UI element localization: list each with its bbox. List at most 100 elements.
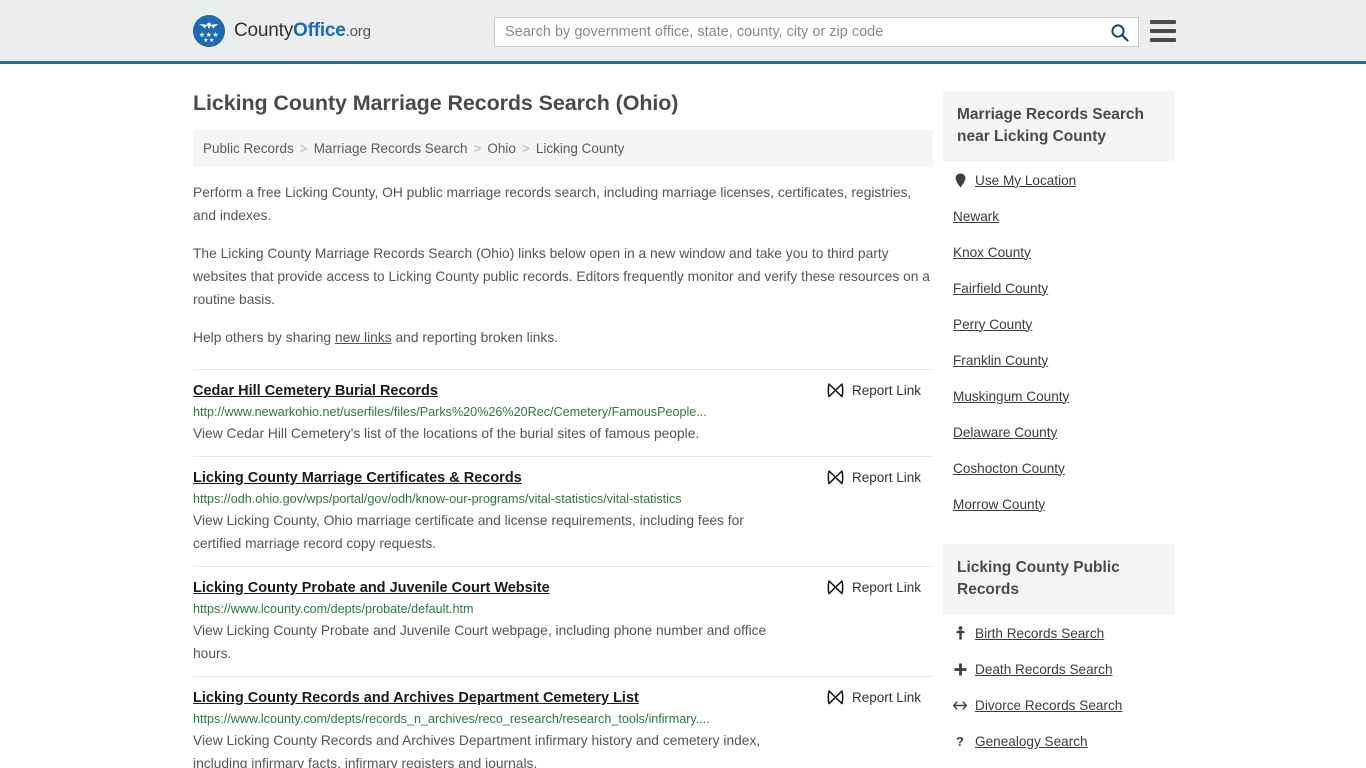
- breadcrumb: Public Records > Marriage Records Search…: [193, 130, 933, 167]
- sidebar-link-newark[interactable]: Newark: [953, 209, 999, 224]
- search-button[interactable]: [1100, 18, 1138, 46]
- sidebar-item-fairfield-county[interactable]: Fairfield County: [943, 270, 1175, 306]
- breadcrumb-item-marriage-records-search[interactable]: Marriage Records Search: [314, 141, 468, 156]
- sidebar-link-muskingum-county[interactable]: Muskingum County: [953, 389, 1069, 404]
- result-item: Cedar Hill Cemetery Burial Records http:…: [193, 369, 933, 456]
- sidebar-item-newark[interactable]: Newark: [943, 198, 1175, 234]
- baby-icon: [953, 626, 967, 640]
- result-item: Licking County Marriage Certificates & R…: [193, 456, 933, 566]
- cross-icon: [953, 663, 967, 676]
- result-description: View Licking County Probate and Juvenile…: [193, 623, 767, 661]
- result-item: Licking County Records and Archives Depa…: [193, 676, 933, 768]
- hamburger-menu-button[interactable]: [1150, 20, 1176, 42]
- sidebar-item-franklin-county[interactable]: Franklin County: [943, 342, 1175, 378]
- sidebar-item-divorce-records-search[interactable]: Divorce Records Search: [943, 687, 1175, 723]
- site-logo[interactable]: ★★★ ★★ CountyOffice.org: [193, 14, 371, 47]
- intro-text: Perform a free Licking County, OH public…: [193, 181, 933, 349]
- svg-text:?: ?: [956, 734, 964, 748]
- logo-text-org: .org: [345, 22, 371, 40]
- report-link-label: Report Link: [851, 689, 921, 705]
- result-title-link[interactable]: Cedar Hill Cemetery Burial Records: [193, 383, 438, 399]
- sidebar-link-death-records-search[interactable]: Death Records Search: [975, 662, 1113, 677]
- sidebar-link-coshocton-county[interactable]: Coshocton County: [953, 461, 1065, 476]
- broken-link-icon: [827, 580, 844, 595]
- result-description: View Licking County, Ohio marriage certi…: [193, 513, 744, 551]
- breadcrumb-item-licking-county[interactable]: Licking County: [536, 141, 625, 156]
- sidebar-link-fairfield-county[interactable]: Fairfield County: [953, 281, 1048, 296]
- hamburger-bar-2: [1150, 29, 1176, 33]
- sidebar-item-knox-county[interactable]: Knox County: [943, 234, 1175, 270]
- broken-link-icon: [827, 383, 844, 398]
- sidebar-item-delaware-county[interactable]: Delaware County: [943, 414, 1175, 450]
- report-link-label: Report Link: [851, 382, 921, 398]
- sidebar-item-perry-county[interactable]: Perry County: [943, 306, 1175, 342]
- breadcrumb-separator-3: >: [521, 141, 530, 156]
- report-link-button[interactable]: Report Link: [827, 382, 921, 398]
- result-url: http://www.newarkohio.net/userfiles/file…: [193, 405, 707, 419]
- sidebar-link-use-my-location[interactable]: Use My Location: [975, 173, 1076, 188]
- search-input[interactable]: [495, 18, 1100, 46]
- logo-wordmark: CountyOffice.org: [234, 20, 371, 42]
- report-link-button[interactable]: Report Link: [827, 469, 921, 485]
- sidebar-link-genealogy-search[interactable]: Genealogy Search: [975, 734, 1088, 749]
- sidebar-item-death-records-search[interactable]: Death Records Search: [943, 651, 1175, 687]
- sidebar-item-morrow-county[interactable]: Morrow County: [943, 486, 1175, 522]
- logo-text-county: County: [234, 19, 294, 41]
- sidebar-nearby-list: Use My Location Newark Knox County Fairf…: [943, 162, 1175, 522]
- sidebar-item-muskingum-county[interactable]: Muskingum County: [943, 378, 1175, 414]
- content-row: Licking County Marriage Records Search (…: [193, 64, 1175, 768]
- sidebar-link-divorce-records-search[interactable]: Divorce Records Search: [975, 698, 1122, 713]
- hamburger-bar-1: [1150, 20, 1176, 24]
- intro-paragraph-3: Help others by sharing new links and rep…: [193, 326, 933, 349]
- sidebar-item-coshocton-county[interactable]: Coshocton County: [943, 450, 1175, 486]
- breadcrumb-item-public-records[interactable]: Public Records: [203, 141, 294, 156]
- sidebar-link-morrow-county[interactable]: Morrow County: [953, 497, 1045, 512]
- report-link-label: Report Link: [851, 469, 921, 485]
- breadcrumb-separator-1: >: [299, 141, 308, 156]
- sidebar: Marriage Records Search near Licking Cou…: [943, 64, 1175, 768]
- new-links-link[interactable]: new links: [335, 330, 392, 345]
- breadcrumb-separator-2: >: [473, 141, 482, 156]
- sidebar-nearby-title: Marriage Records Search near Licking Cou…: [943, 91, 1175, 162]
- logo-stars-row-2: ★★: [203, 37, 215, 44]
- sidebar-item-genealogy-search[interactable]: ? Genealogy Search: [943, 723, 1175, 759]
- sidebar-link-birth-records-search[interactable]: Birth Records Search: [975, 626, 1104, 641]
- result-description: View Licking County Records and Archives…: [193, 733, 761, 768]
- page-title: Licking County Marriage Records Search (…: [193, 91, 679, 115]
- eagle-glyph-icon: [199, 22, 219, 28]
- broken-link-icon: [827, 690, 844, 705]
- sidebar-public-records-list: Birth Records Search Death Records Searc…: [943, 615, 1175, 759]
- sidebar-item-use-my-location[interactable]: Use My Location: [943, 162, 1175, 198]
- report-link-button[interactable]: Report Link: [827, 689, 921, 705]
- result-url: https://www.lcounty.com/depts/probate/de…: [193, 602, 474, 616]
- result-url: https://odh.ohio.gov/wps/portal/gov/odh/…: [193, 492, 682, 506]
- broken-link-icon: [827, 470, 844, 485]
- county-office-eagle-logo-icon: ★★★ ★★: [193, 14, 225, 47]
- map-pin-icon: [953, 173, 967, 188]
- report-link-button[interactable]: Report Link: [827, 579, 921, 595]
- search-bar: [494, 17, 1139, 47]
- result-description: View Cedar Hill Cemetery's list of the l…: [193, 426, 700, 441]
- search-icon: [1110, 23, 1129, 42]
- report-link-label: Report Link: [851, 579, 921, 595]
- result-title-link[interactable]: Licking County Probate and Juvenile Cour…: [193, 580, 550, 596]
- logo-text-office: Office: [293, 19, 346, 41]
- sidebar-link-franklin-county[interactable]: Franklin County: [953, 353, 1048, 368]
- breadcrumb-item-ohio[interactable]: Ohio: [487, 141, 516, 156]
- site-header: ★★★ ★★ CountyOffice.org: [0, 0, 1366, 64]
- left-right-arrow-icon: [953, 700, 967, 711]
- intro-paragraph-1: Perform a free Licking County, OH public…: [193, 185, 912, 223]
- result-title-link[interactable]: Licking County Records and Archives Depa…: [193, 690, 639, 706]
- question-mark-icon: ?: [953, 734, 967, 748]
- sidebar-link-delaware-county[interactable]: Delaware County: [953, 425, 1057, 440]
- result-url: https://www.lcounty.com/depts/records_n_…: [193, 712, 710, 726]
- sidebar-section-gap: [943, 522, 1175, 544]
- intro-p3-before: Help others by sharing: [193, 330, 335, 345]
- intro-paragraph-2: The Licking County Marriage Records Sear…: [193, 246, 930, 307]
- sidebar-link-knox-county[interactable]: Knox County: [953, 245, 1031, 260]
- sidebar-link-perry-county[interactable]: Perry County: [953, 317, 1032, 332]
- main-column: Licking County Marriage Records Search (…: [193, 64, 933, 768]
- result-title-link[interactable]: Licking County Marriage Certificates & R…: [193, 470, 522, 486]
- sidebar-item-birth-records-search[interactable]: Birth Records Search: [943, 615, 1175, 651]
- intro-p3-after: and reporting broken links.: [391, 330, 559, 345]
